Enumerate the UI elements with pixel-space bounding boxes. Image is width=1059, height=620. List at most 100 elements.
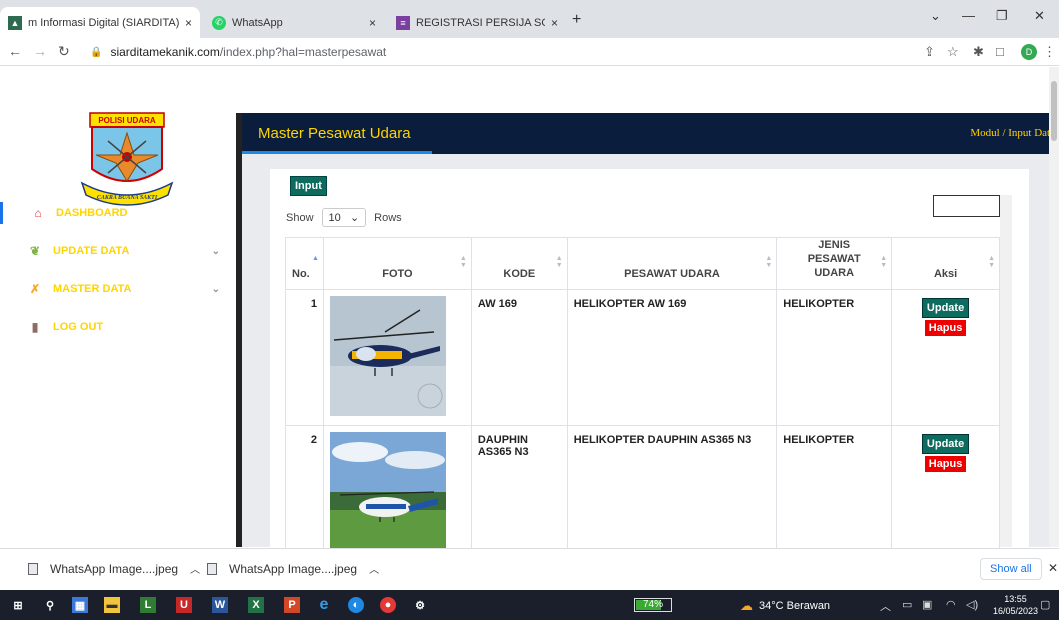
cell-aksi: Update Hapus [891, 425, 1000, 562]
search-input[interactable] [933, 195, 1000, 217]
main-content: Input Show 10 ⌄ Rows No. ▲ FOTO ▲ ▼ KODE ▲ ▼ … [242, 154, 1059, 562]
back-icon[interactable]: ← [8, 43, 22, 59]
windows-start-icon[interactable]: ⊞ [10, 597, 26, 613]
page-length-control: Show 10 ⌄ Rows [286, 208, 402, 227]
powerpoint-icon[interactable]: P [284, 597, 300, 613]
sort-icon: ▲ ▼ [765, 255, 773, 269]
rows-per-page-value: 10 [328, 212, 341, 224]
show-all-button[interactable]: Show all [980, 558, 1042, 580]
close-tab-icon[interactable]: × [185, 16, 192, 30]
cell-kode: DAUPHIN AS365 N3 [470, 425, 568, 562]
extensions-icon[interactable]: ✱ [973, 44, 984, 60]
side-panel-icon[interactable]: □ [996, 44, 1004, 59]
update-button[interactable]: Update [921, 298, 970, 318]
close-tab-icon[interactable]: × [551, 16, 558, 30]
table-scrollbar[interactable] [1000, 195, 1012, 547]
taskbar-clock[interactable]: 13:55 16/05/2023 [993, 593, 1038, 617]
page-header: Master Pesawat Udara Modul / Input Data [242, 113, 1059, 154]
rows-per-page-select[interactable]: 10 ⌄ [321, 208, 367, 227]
leaf-icon: ❦ [29, 244, 41, 258]
tab-label: WhatsApp [232, 16, 283, 29]
breadcrumb[interactable]: Modul / Input Data [970, 127, 1055, 139]
app-icon[interactable]: ▦ [72, 597, 88, 613]
weather-text: 34°C Berawan [759, 600, 831, 612]
sidebar-item-dashboard[interactable]: ⌂ DASHBOARD [0, 202, 232, 224]
word-icon[interactable]: W [212, 597, 228, 613]
menu-icon[interactable]: ⋮ [1043, 44, 1056, 60]
cell-pesawat: HELIKOPTER DAUPHIN AS365 N3 [566, 425, 778, 562]
shield-app-icon[interactable]: U [176, 597, 192, 613]
tab-whatsapp[interactable]: ✆ WhatsApp × [204, 7, 384, 38]
cell-no: 2 [285, 425, 324, 562]
browser-window: { "browser": { "tabs": [ {"label": "m In… [0, 0, 1059, 620]
forward-icon[interactable]: → [33, 43, 47, 59]
download-item[interactable]: WhatsApp Image....jpeg ︿ [28, 561, 200, 576]
tab-siardita[interactable]: ▲ m Informasi Digital (SIARDITA) M × [0, 7, 200, 38]
lock-icon: 🔒 [90, 46, 103, 58]
sidebar-item-label: DASHBOARD [56, 207, 128, 219]
tab-search-icon[interactable]: ⌄ [930, 8, 941, 24]
close-window-icon[interactable]: ✕ [1034, 8, 1045, 24]
notification-icon[interactable]: ▢ [1040, 598, 1050, 611]
restore-icon[interactable]: ❐ [996, 8, 1008, 24]
column-header-kode[interactable]: KODE ▲ ▼ [470, 237, 568, 290]
scrollbar-thumb[interactable] [1051, 81, 1057, 141]
file-icon [28, 562, 38, 575]
hapus-button[interactable]: Hapus [924, 320, 967, 336]
app-l-icon[interactable]: L [140, 597, 156, 613]
close-icon[interactable]: ✕ [1048, 561, 1058, 575]
share-icon[interactable]: ⇪ [924, 44, 935, 60]
wifi-icon[interactable]: ◠ [946, 598, 956, 611]
cell-aksi: Update Hapus [891, 289, 1000, 426]
page-scrollbar[interactable] [1049, 67, 1059, 547]
download-filename: WhatsApp Image....jpeg [50, 561, 179, 576]
sidebar-item-logout[interactable]: ▮ LOG OUT [0, 316, 232, 338]
address-bar[interactable]: 🔒 siarditamekanik.com/index.php?hal=mast… [90, 41, 960, 63]
weather-widget[interactable]: ☁ 34°C Berawan [740, 598, 830, 614]
search-icon[interactable]: ⚲ [42, 597, 58, 613]
download-item[interactable]: WhatsApp Image....jpeg ︿ [207, 561, 379, 576]
profile-avatar[interactable]: D [1021, 44, 1037, 60]
bookmark-star-icon[interactable]: ☆ [947, 44, 959, 60]
helicopter-aw169-photo [329, 296, 446, 416]
input-button[interactable]: Input [290, 176, 327, 196]
battery-indicator[interactable]: 74% [634, 598, 672, 612]
close-tab-icon[interactable]: × [369, 16, 376, 30]
tab-label: REGISTRASI PERSIJA SOCCER SCI [416, 16, 545, 29]
column-header-no[interactable]: No. ▲ [285, 237, 324, 290]
tab-label: m Informasi Digital (SIARDITA) M [28, 16, 179, 29]
reload-icon[interactable]: ↻ [58, 43, 70, 60]
sidebar-item-update-data[interactable]: ❦ UPDATE DATA ⌄ [0, 240, 232, 262]
cell-no: 1 [285, 289, 324, 426]
sidebar-item-master-data[interactable]: ✗ MASTER DATA ⌄ [0, 278, 232, 300]
page-title: Master Pesawat Udara [258, 125, 411, 142]
internet-explorer-icon[interactable]: e [316, 596, 332, 613]
volume-icon[interactable]: ◁) [966, 598, 978, 611]
cell-jenis: HELIKOPTER [776, 425, 893, 562]
tab-registrasi[interactable]: ≡ REGISTRASI PERSIJA SOCCER SCI × [388, 7, 566, 38]
chevron-up-icon[interactable]: ︿ [190, 561, 200, 576]
form-icon: ≡ [396, 15, 410, 30]
excel-icon[interactable]: X [248, 597, 264, 613]
hapus-button[interactable]: Hapus [924, 456, 967, 472]
update-button[interactable]: Update [921, 434, 970, 454]
battery-tray-icon[interactable]: ▭ [902, 598, 912, 611]
column-header-pesawat[interactable]: PESAWAT UDARA ▲ ▼ [566, 237, 778, 290]
settings-gear-icon[interactable]: ⚙ [412, 597, 428, 613]
file-explorer-icon[interactable]: ▬ [104, 597, 120, 613]
column-header-foto[interactable]: FOTO ▲ ▼ [322, 237, 472, 290]
new-tab-button[interactable]: + [572, 11, 581, 29]
sort-icon: ▲ ▼ [880, 255, 888, 269]
network-tray-icon[interactable]: ▣ [922, 598, 932, 611]
minimize-icon[interactable]: — [962, 8, 975, 23]
windows-taskbar: ⊞ ⚲ ▦ ▬ L U W X P e ◐ ● ⚙ 74% ☁ 34°C Ber… [0, 590, 1059, 620]
sort-icon: ▲ ▼ [988, 255, 995, 269]
column-label: Aksi [933, 268, 958, 280]
column-header-aksi[interactable]: Aksi ▲ ▼ [891, 237, 1000, 290]
chevron-up-icon[interactable]: ︿ [880, 598, 891, 614]
edge-icon[interactable]: ◐ [348, 597, 364, 613]
chrome-icon[interactable]: ● [380, 597, 396, 613]
column-header-jenis[interactable]: JENIS PESAWAT UDARA ▲ ▼ [776, 237, 893, 290]
chevron-down-icon: ⌄ [349, 212, 360, 224]
chevron-up-icon[interactable]: ︿ [369, 561, 379, 576]
